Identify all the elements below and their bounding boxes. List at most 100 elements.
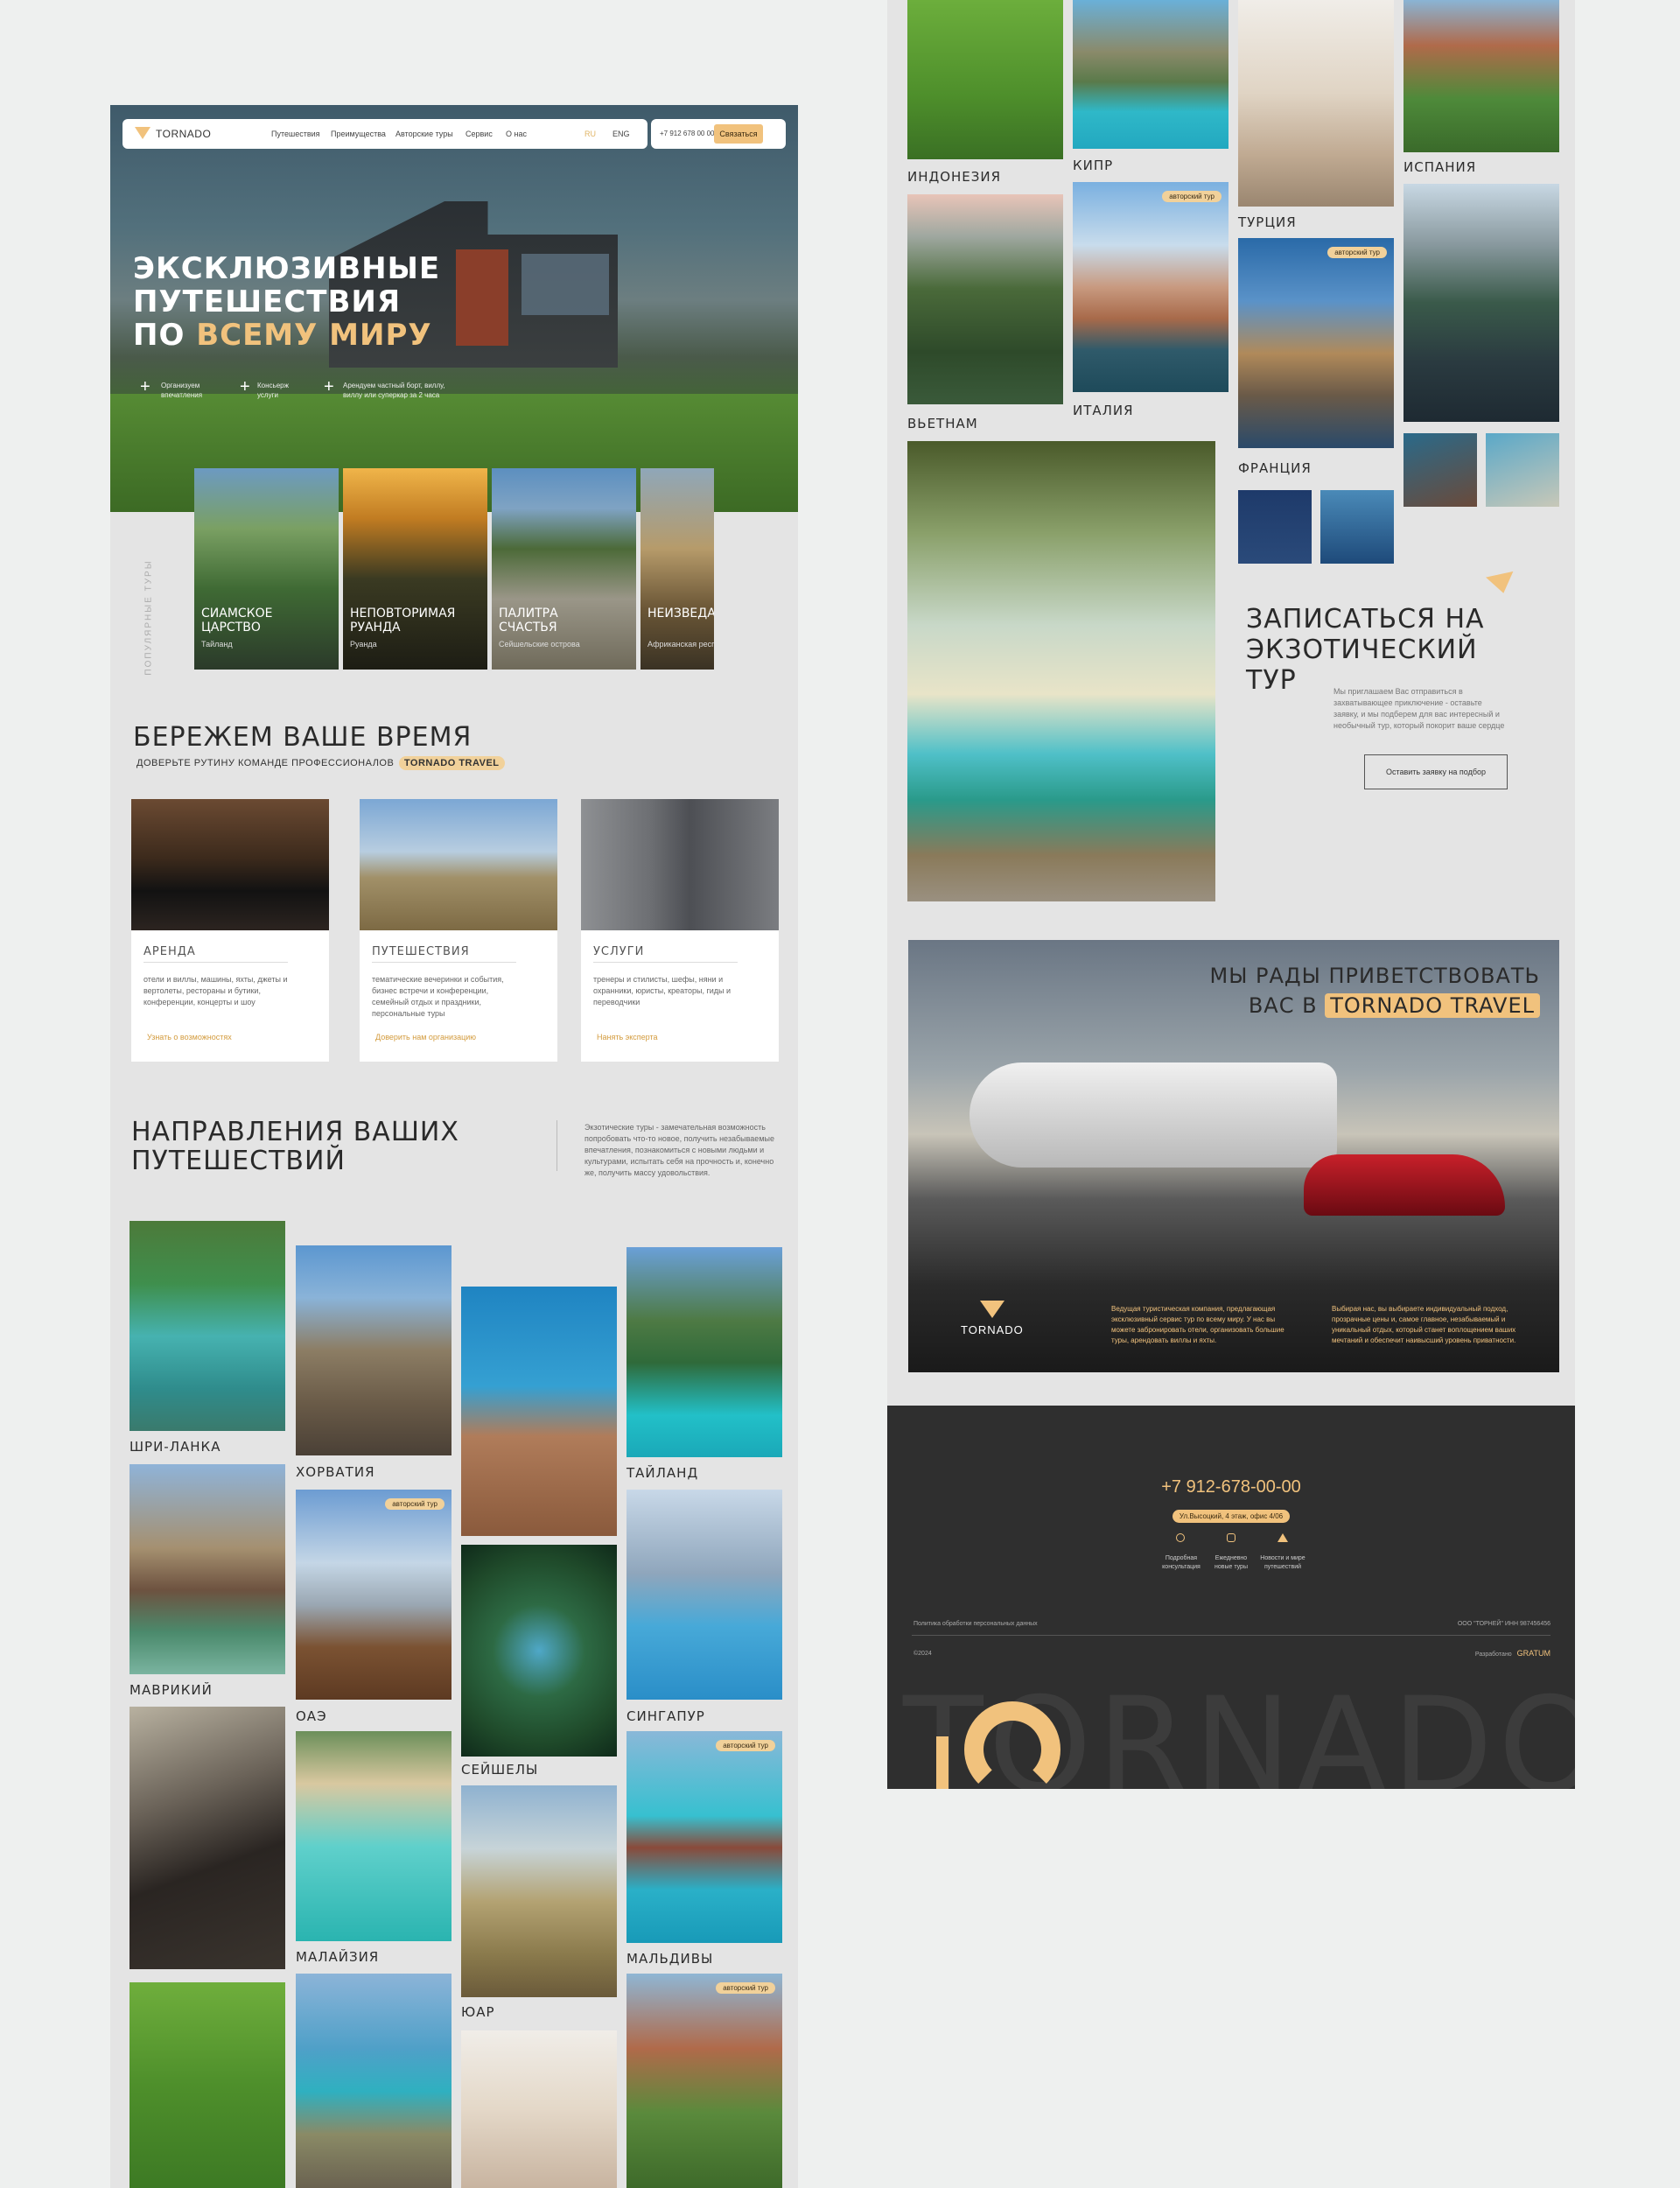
dest-cyprus-bottom-photo[interactable] [296, 1974, 452, 2188]
tour-sub: Руанда [350, 640, 377, 649]
thumb-diver[interactable] [1320, 490, 1394, 564]
destinations-title: НАПРАВЛЕНИЯ ВАШИХ ПУТЕШЕСТВИЙ [131, 1117, 459, 1176]
author-tour-tag: авторский тур [716, 1740, 775, 1751]
tour-card-thailand[interactable]: СИАМСКОЕ ЦАРСТВО Тайланд [194, 468, 339, 670]
welcome-text-1: Ведущая туристическая компания, предлага… [1111, 1305, 1284, 1344]
service-text: тренеры и стилисты, шефы, няни и охранни… [593, 975, 732, 1006]
dest-italy-photo[interactable]: авторский тур [1073, 182, 1228, 392]
tour-sub: Тайланд [201, 640, 233, 649]
dest-singapore-photo[interactable] [626, 1490, 782, 1700]
tour-card-seychelles[interactable]: ПАЛИТРА СЧАСТЬЯ Сейшельские острова [492, 468, 636, 670]
divider [372, 962, 516, 963]
nav-about[interactable]: О нас [506, 130, 527, 138]
footer-big-logo-accent [964, 1701, 1060, 1789]
dest-uae-photo[interactable]: авторский тур [296, 1490, 452, 1700]
footer-link-consult[interactable]: Подробная консультация [1157, 1554, 1206, 1572]
dest-cave-photo[interactable] [130, 1707, 285, 1969]
footer-year: ©2024 [914, 1651, 932, 1657]
nav-benefits[interactable]: Преимущества [331, 130, 386, 138]
dest-mauritius-photo[interactable] [130, 1464, 285, 1674]
dest-balloons-photo[interactable] [461, 2030, 617, 2188]
signup-button[interactable]: Оставить заявку на подбор [1364, 754, 1508, 789]
service-link[interactable]: Нанять эксперта [597, 1033, 658, 1041]
maldives-palm-photo[interactable] [907, 441, 1215, 901]
lang-en[interactable]: ENG [612, 130, 630, 138]
logo-text[interactable]: TORNADO [156, 128, 211, 140]
service-link[interactable]: Доверить нам организацию [375, 1033, 476, 1041]
service-text: тематические вечеринки и события, бизнес… [372, 975, 504, 1018]
footer-dev[interactable]: Разработано GRATUM [1475, 1649, 1550, 1658]
popular-side-label: ПОПУЛЯРНЫЕ ТУРЫ [144, 559, 154, 676]
dest-spain-label: ИСПАНИЯ [1404, 159, 1477, 175]
footer-link-news[interactable]: Новости и мире путешествий [1256, 1554, 1309, 1572]
footer-address: Ул.Высоцкий, 4 этаж, офис 4/06 [887, 1507, 1575, 1523]
dest-malaysia-photo[interactable] [296, 1731, 452, 1941]
dest-sri-lanka-photo[interactable] [130, 1221, 285, 1431]
tour-card-rwanda[interactable]: НЕПОВТОРИМАЯ РУАНДА Руанда [343, 468, 487, 670]
footer-policy[interactable]: Политика обработки персональных данных [914, 1621, 1038, 1627]
thumb-yacht[interactable] [1238, 490, 1312, 564]
service-title: АРЕНДА [144, 945, 196, 958]
plus-icon: + [140, 377, 150, 396]
destinations-desc: Экзотические туры - замечательная возмож… [584, 1123, 774, 1177]
dest-maldives-photo[interactable]: авторский тур [626, 1731, 782, 1943]
footer-phone[interactable]: +7 912-678-00-00 [887, 1477, 1575, 1497]
safari-image [360, 799, 557, 930]
dest-france-photo[interactable]: авторский тур [1238, 238, 1394, 448]
dest-thailand-photo[interactable] [626, 1247, 782, 1457]
divider [556, 1120, 557, 1171]
footer-link-tours[interactable]: Ежедневно новые туры [1207, 1554, 1256, 1572]
tour-title: ПАЛИТРА СЧАСТЬЯ [499, 607, 558, 635]
plus-icon: + [240, 377, 250, 396]
dest-woman-pool-photo[interactable] [461, 1287, 617, 1536]
dest-turkey-photo[interactable] [1238, 0, 1394, 207]
dest-spain-photo[interactable] [1404, 0, 1559, 152]
divider [593, 962, 738, 963]
whatsapp-icon[interactable] [1176, 1533, 1185, 1542]
dest-seychelles-photo[interactable] [461, 1545, 617, 1757]
landing-page-left: TORNADO Путешествия Преимущества Авторск… [110, 105, 798, 2188]
dest-thailand-label: ТАЙЛАНД [626, 1465, 699, 1481]
instagram-icon[interactable] [1227, 1533, 1236, 1542]
lang-ru[interactable]: RU [584, 130, 596, 138]
logo-icon[interactable] [135, 127, 150, 139]
author-tour-tag: авторский тур [1162, 191, 1222, 202]
nav-service[interactable]: Сервис [466, 130, 493, 138]
plus-icon: + [324, 377, 334, 396]
welcome-accent: TORNADO TRAVEL [1325, 993, 1540, 1018]
dest-croatia-photo[interactable] [296, 1245, 452, 1455]
tour-sub: Африканская республика [648, 640, 714, 649]
service-title: ПУТЕШЕСТВИЯ [372, 945, 470, 958]
dest-rice-field-photo[interactable] [130, 1982, 285, 2188]
dest-cyprus-photo[interactable] [1073, 0, 1228, 149]
telegram-icon[interactable] [1278, 1533, 1288, 1542]
thumb-wave[interactable] [1486, 433, 1559, 507]
service-card-travel: ПУТЕШЕСТВИЯ тематические вечеринки и соб… [360, 799, 557, 1062]
contact-button[interactable]: Связаться [714, 124, 763, 144]
thumb-rocks[interactable] [1404, 433, 1477, 507]
service-card-services: УСЛУГИ тренеры и стилисты, шефы, няни и … [581, 799, 779, 1062]
divider [144, 962, 288, 963]
tour-card-south-africa[interactable]: НЕИЗВЕДАННЫЙ МИР В ЮАР Африканская респу… [640, 468, 714, 670]
limousine-image [131, 799, 329, 930]
footer-company: ООО "ТОРНЕЙ" ИНН 987456456 [1457, 1621, 1550, 1627]
dest-maldives-label: МАЛЬДИВЫ [626, 1951, 714, 1967]
dest-south-africa-photo[interactable] [461, 1785, 617, 1997]
dest-turkey-label: ТУРЦИЯ [1238, 214, 1297, 230]
dest-seychelles-label: СЕЙШЕЛЫ [461, 1762, 539, 1778]
nav-author-tours[interactable]: Авторские туры [396, 130, 453, 138]
dest-croatia-label: ХОРВАТИЯ [296, 1464, 375, 1480]
navbar: TORNADO Путешествия Преимущества Авторск… [122, 119, 648, 149]
nav-phone[interactable]: +7 912 678 00 00 [660, 130, 715, 137]
hero-title-line2: ПУТЕШЕСТВИЯ [133, 284, 402, 319]
signup-title: ЗАПИСАТЬСЯ НА ЭКЗОТИЧЕСКИЙ ТУР [1246, 604, 1485, 696]
suit-man-image [581, 799, 779, 930]
dest-indonesia-photo[interactable] [907, 0, 1063, 159]
landing-page-right: ИНДОНЕЗИЯ ВЬЕТНАМ КИПР авторский тур ИТА… [887, 0, 1575, 1406]
dest-vietnam-photo[interactable] [907, 194, 1063, 404]
service-link[interactable]: Узнать о возможностях [147, 1033, 232, 1041]
fjord-cruise-photo[interactable] [1404, 184, 1559, 422]
nav-travel[interactable]: Путешествия [271, 130, 320, 138]
dest-spain-bottom-photo[interactable]: авторский тур [626, 1974, 782, 2188]
tour-sub: Сейшельские острова [499, 640, 580, 649]
